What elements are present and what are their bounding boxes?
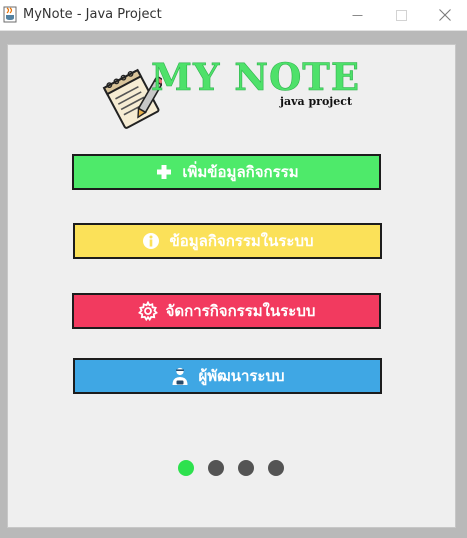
page-dot-3[interactable] <box>238 460 254 476</box>
manage-activity-button[interactable]: จัดการกิจกรรมในระบบ <box>72 293 381 329</box>
title-bar: MyNote - Java Project <box>0 0 467 31</box>
page-dot-1-active[interactable] <box>178 460 194 476</box>
logo-subtitle: java project <box>280 95 353 108</box>
plus-icon <box>154 162 174 182</box>
info-icon <box>141 231 161 251</box>
page-indicator <box>0 460 467 476</box>
maximize-icon <box>395 6 407 25</box>
add-activity-label: เพิ่มข้อมูลกิจกรรม <box>182 163 299 181</box>
gear-icon <box>137 301 158 321</box>
maximize-button[interactable] <box>378 0 424 31</box>
activity-info-button[interactable]: ข้อมูลกิจกรรมในระบบ <box>73 223 382 259</box>
minimize-icon <box>352 6 363 25</box>
close-button[interactable] <box>422 0 467 31</box>
manage-activity-label: จัดการกิจกรรมในระบบ <box>165 302 316 320</box>
java-cup-icon <box>3 6 19 24</box>
developers-button[interactable]: ผู้พัฒนาระบบ <box>73 358 382 394</box>
page-dot-2[interactable] <box>208 460 224 476</box>
minimize-button[interactable] <box>334 0 380 31</box>
logo-title: MY NOTE <box>151 55 361 99</box>
developers-label: ผู้พัฒนาระบบ <box>198 367 285 385</box>
close-icon <box>439 6 451 25</box>
add-activity-button[interactable]: เพิ่มข้อมูลกิจกรรม <box>72 154 381 190</box>
main-panel <box>7 44 456 528</box>
developer-icon <box>170 366 190 386</box>
window-title: MyNote - Java Project <box>23 7 162 22</box>
page-dot-4[interactable] <box>268 460 284 476</box>
activity-info-label: ข้อมูลกิจกรรมในระบบ <box>169 232 314 250</box>
